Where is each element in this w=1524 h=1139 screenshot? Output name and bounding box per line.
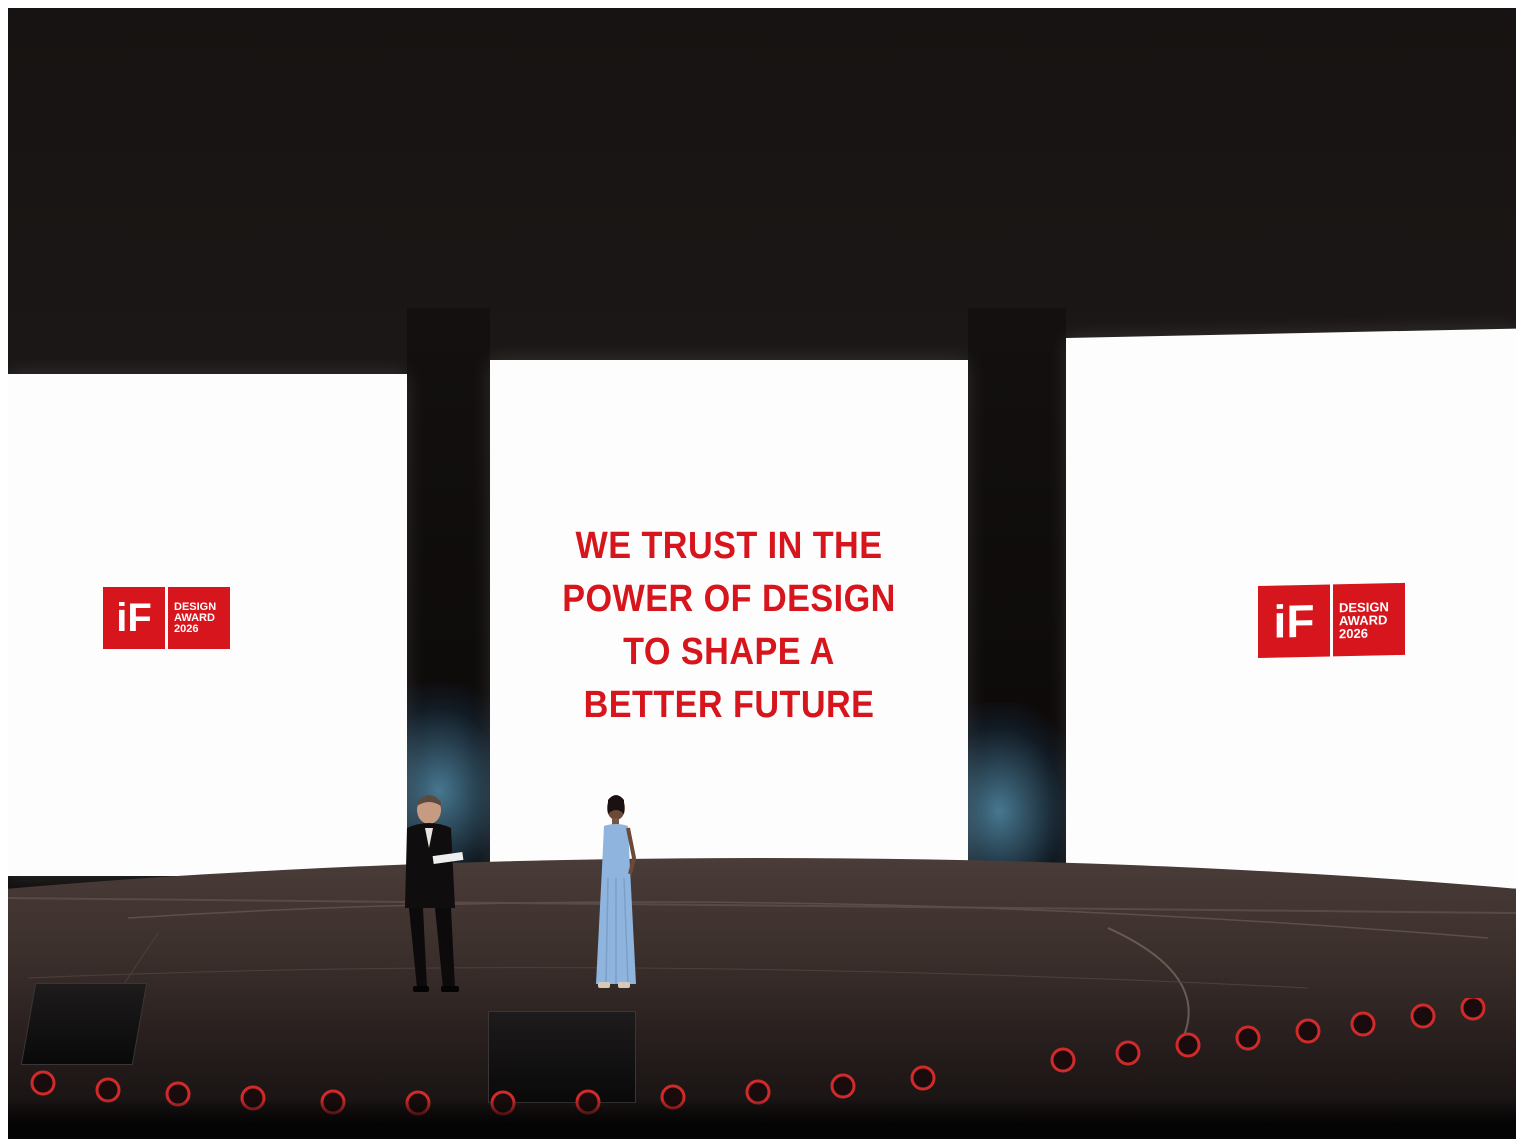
logo-line-year: 2026 [174,622,199,635]
center-screen: WE TRUST IN THE POWER OF DESIGN TO SHAPE… [490,360,968,878]
stage-photo: iF DESIGN AWARD 2026 WE TRUST IN THE POW… [8,8,1516,1139]
logo-text: DESIGN AWARD 2026 [1333,582,1405,657]
motto-text: WE TRUST IN THE POWER OF DESIGN TO SHAPE… [514,520,944,732]
audience-silhouettes [8,1099,1516,1139]
if-mark: iF [1258,584,1330,658]
logo-line-design: DESIGN [174,600,217,613]
motto-line-3: TO SHAPE A [623,631,835,673]
right-screen: iF DESIGN AWARD 2026 [1066,328,1516,898]
logo-line-year: 2026 [1339,625,1368,641]
if-design-award-logo-right: iF DESIGN AWARD 2026 [1258,582,1405,658]
if-design-award-logo-left: iF DESIGN AWARD 2026 [103,587,230,649]
logo-line-award: AWARD [174,611,215,624]
right-spotlight-beam [963,703,1083,883]
female-presenter [596,795,637,988]
motto-line-4: BETTER FUTURE [583,684,875,726]
motto-line-2: POWER OF DESIGN [562,578,896,620]
motto-line-1: WE TRUST IN THE [575,525,883,567]
left-screen: iF DESIGN AWARD 2026 [8,374,407,876]
male-presenter [405,795,464,992]
if-mark: iF [103,587,165,649]
logo-text: DESIGN AWARD 2026 [168,587,230,649]
